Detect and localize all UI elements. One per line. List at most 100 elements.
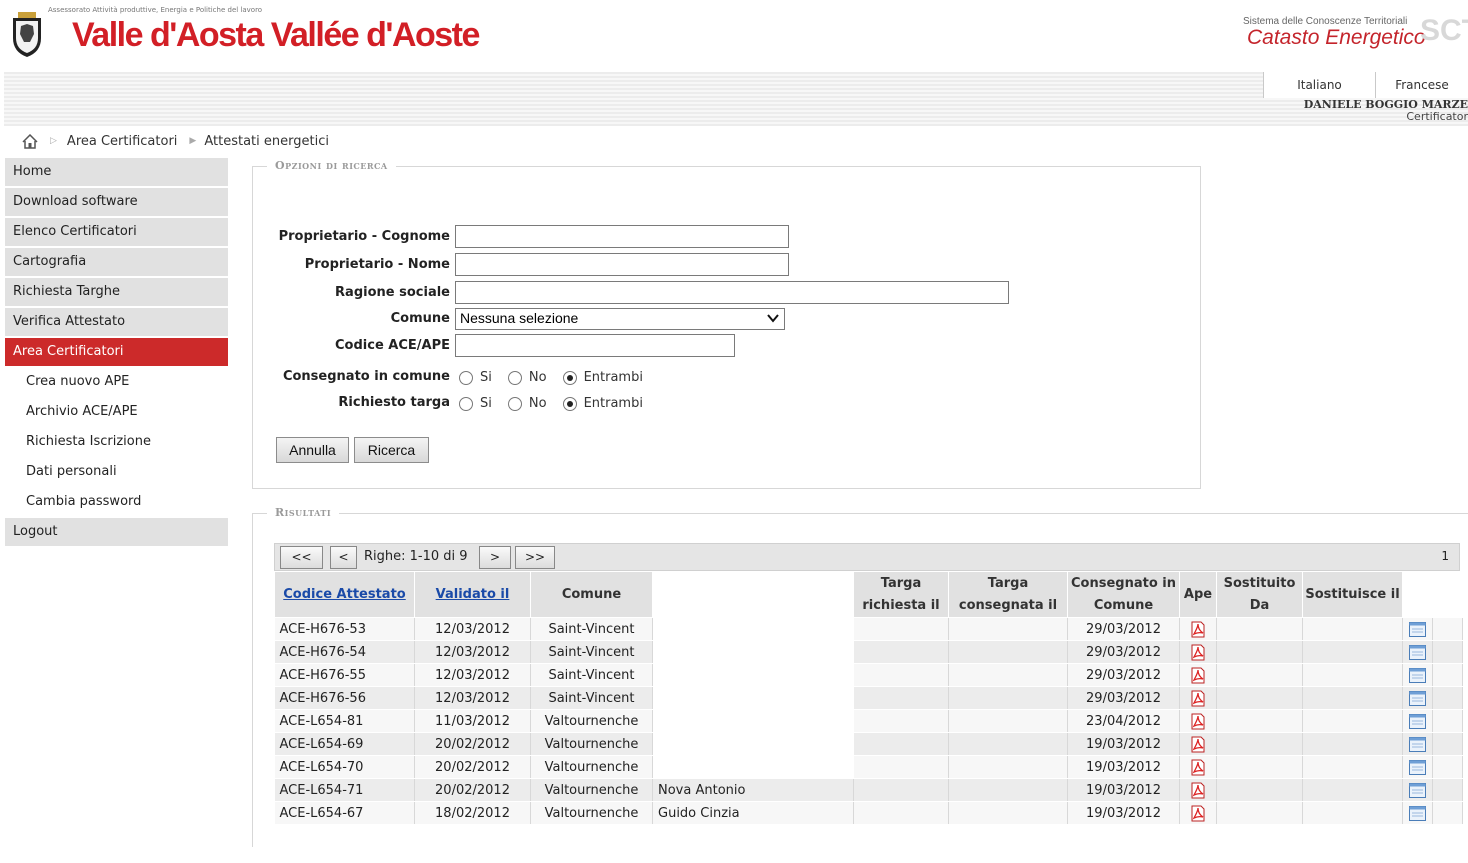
header: Assessorato Attività produttive, Energia… — [0, 0, 1468, 72]
detail-icon[interactable] — [1409, 644, 1426, 660]
cell-detail[interactable] — [1402, 778, 1433, 802]
sidebar-subitem-archivio-ace-ape[interactable]: Archivio ACE/APE — [5, 398, 228, 426]
cell-consegnato: 29/03/2012 — [1067, 617, 1180, 641]
cell-detail[interactable] — [1402, 801, 1433, 825]
cell-ape[interactable] — [1179, 755, 1217, 779]
detail-icon[interactable] — [1409, 782, 1426, 798]
sidebar-item-logout[interactable]: Logout — [5, 518, 228, 546]
sort-validato-link[interactable]: Validato il — [436, 587, 510, 602]
annulla-button[interactable]: Annulla — [276, 437, 349, 463]
consegnato-no-radio[interactable] — [507, 370, 522, 385]
nome-input[interactable] — [455, 253, 789, 276]
pdf-icon[interactable] — [1190, 759, 1206, 776]
cell-detail[interactable] — [1402, 709, 1433, 733]
sidebar-item-home[interactable]: Home — [5, 158, 228, 186]
comune-select[interactable]: Nessuna selezione — [455, 308, 785, 330]
cell-ape[interactable] — [1179, 732, 1217, 756]
cell-detail[interactable] — [1402, 640, 1433, 664]
pdf-icon[interactable] — [1190, 736, 1206, 753]
cell-consegnato: 23/04/2012 — [1067, 709, 1180, 733]
sort-codice-link[interactable]: Codice Attestato — [283, 587, 405, 602]
pdf-icon[interactable] — [1190, 621, 1206, 638]
cell-validato: 20/02/2012 — [414, 755, 531, 779]
col-validato-header[interactable]: Validato il — [414, 571, 531, 618]
consegnato-entrambi-radio[interactable] — [562, 370, 577, 385]
sidebar-subitem-richiesta-iscrizione[interactable]: Richiesta Iscrizione — [5, 428, 228, 456]
sidebar-subitem-dati-personali[interactable]: Dati personali — [5, 458, 228, 486]
sidebar-item-download-software[interactable]: Download software — [5, 188, 228, 216]
cell-comune: Valtournenche — [530, 801, 653, 825]
detail-icon[interactable] — [1409, 805, 1426, 821]
cell-targa-consegnata — [948, 755, 1068, 779]
sct-logo: SCT — [1420, 14, 1468, 47]
cell-detail[interactable] — [1402, 663, 1433, 687]
sidebar-item-cartografia[interactable]: Cartografia — [5, 248, 228, 276]
cell-ape[interactable] — [1179, 617, 1217, 641]
richiesto-si-radio[interactable] — [459, 396, 473, 411]
detail-icon[interactable] — [1409, 690, 1426, 706]
richiesto-entrambi-radio[interactable] — [562, 396, 577, 411]
pdf-icon[interactable] — [1190, 690, 1206, 707]
cell-targa-consegnata — [948, 732, 1068, 756]
sidebar-item-richiesta-targhe[interactable]: Richiesta Targhe — [5, 278, 228, 306]
radio-label: No — [528, 396, 547, 411]
cell-empty — [1432, 755, 1463, 779]
detail-icon[interactable] — [1409, 759, 1426, 775]
sidebar-item-area-certificatori[interactable]: Area Certificatori — [5, 338, 228, 366]
radio-label: Si — [480, 370, 492, 385]
col-codice-attestato-header[interactable]: Codice Attestato — [274, 571, 415, 618]
cell-detail[interactable] — [1402, 755, 1433, 779]
cell-ape[interactable] — [1179, 801, 1217, 825]
home-icon[interactable] — [22, 133, 38, 149]
cell-detail[interactable] — [1402, 617, 1433, 641]
cognome-input[interactable] — [455, 225, 789, 248]
sidebar-item-elenco-certificatori[interactable]: Elenco Certificatori — [5, 218, 228, 246]
cell-ape[interactable] — [1179, 686, 1217, 710]
sidebar-item-verifica-attestato[interactable]: Verifica Attestato — [5, 308, 228, 336]
prev-page-button[interactable]: < — [330, 546, 357, 569]
last-page-button[interactable]: >> — [515, 546, 555, 569]
cell-ape[interactable] — [1179, 640, 1217, 664]
detail-icon[interactable] — [1409, 736, 1426, 752]
cell-targa-richiesta — [853, 663, 949, 687]
breadcrumb-separator-icon: ▷ — [50, 136, 57, 146]
cell-consegnato: 29/03/2012 — [1067, 686, 1180, 710]
region-title[interactable]: Valle d'Aosta Vallée d'Aoste — [72, 16, 480, 55]
detail-icon[interactable] — [1409, 713, 1426, 729]
cell-ape[interactable] — [1179, 709, 1217, 733]
cell-ape[interactable] — [1179, 663, 1217, 687]
ricerca-button[interactable]: Ricerca — [354, 437, 429, 463]
detail-icon[interactable] — [1409, 621, 1426, 637]
breadcrumb-area-certificatori[interactable]: Area Certificatori — [67, 134, 178, 149]
ragione-sociale-input[interactable] — [455, 281, 1009, 304]
codice-ace-ape-input[interactable] — [455, 334, 735, 357]
cell-ape[interactable] — [1179, 778, 1217, 802]
consegnato-si-radio[interactable] — [459, 370, 473, 385]
sidebar-subitem-crea-nuovo-ape[interactable]: Crea nuovo APE — [5, 368, 228, 396]
first-page-button[interactable]: << — [280, 546, 323, 569]
pagination-bar: << < Righe: 1-10 di 9 > >> 1 — [274, 543, 1460, 571]
col-empty-header — [1432, 571, 1463, 618]
pdf-icon[interactable] — [1190, 713, 1206, 730]
sidebar-subitem-cambia-password[interactable]: Cambia password — [5, 488, 228, 516]
pdf-icon[interactable] — [1190, 667, 1206, 684]
cell-detail[interactable] — [1402, 732, 1433, 756]
language-francese-tab[interactable]: Francese — [1375, 72, 1468, 98]
system-title[interactable]: Catasto Energetico — [1247, 26, 1426, 50]
cell-detail[interactable] — [1402, 686, 1433, 710]
col-comune-header: Comune — [530, 571, 653, 618]
language-italiano-tab[interactable]: Italiano — [1263, 72, 1375, 98]
cell-sostituito — [1216, 755, 1303, 779]
cell-sostituito — [1216, 778, 1303, 802]
cell-codice: ACE-L654-69 — [274, 732, 415, 756]
col-sostituito-header: Sostituito Da — [1216, 571, 1303, 618]
pdf-icon[interactable] — [1190, 782, 1206, 799]
next-page-button[interactable]: > — [479, 546, 511, 569]
pdf-icon[interactable] — [1190, 805, 1206, 822]
pdf-icon[interactable] — [1190, 644, 1206, 661]
detail-icon[interactable] — [1409, 667, 1426, 683]
comune-label: Comune — [390, 311, 450, 326]
cell-empty — [1432, 640, 1463, 664]
table-row: ACE-H676-54 12/03/2012 Saint-Vincent 29/03/… — [274, 640, 1463, 664]
richiesto-no-radio[interactable] — [507, 396, 522, 411]
